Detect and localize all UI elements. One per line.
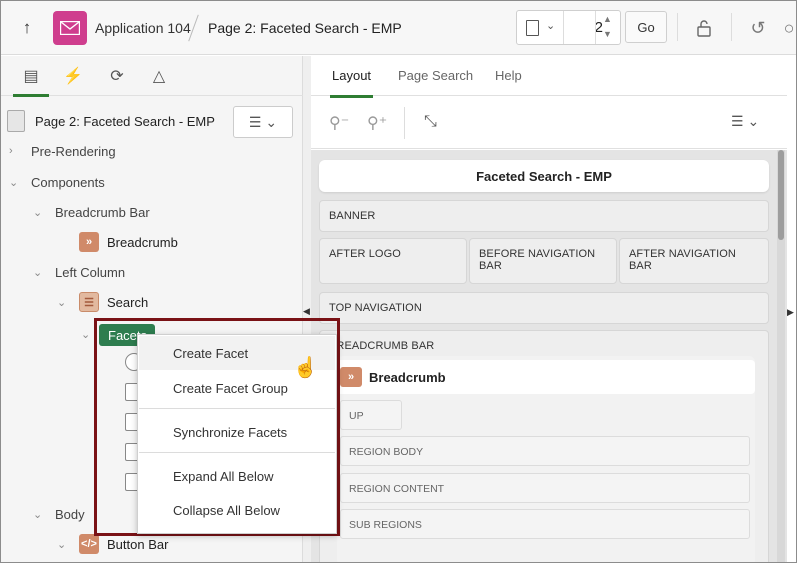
- left-pane-tabs: ▤ ⚡ ⟳ △: [1, 56, 303, 97]
- shared-components-tab-icon[interactable]: △: [147, 64, 171, 88]
- chevron-down-icon[interactable]: ⌄: [33, 266, 47, 279]
- right-pane-tabs: Layout Page Search Help: [311, 56, 787, 98]
- tree-node-body[interactable]: ⌄ Body: [33, 502, 85, 526]
- chevron-down-icon[interactable]: ⌄: [57, 296, 71, 309]
- layout-pane: Layout Page Search Help ⚲⁻ ⚲⁺ ⤡ ☰ ⌄ Face…: [311, 56, 787, 562]
- position-banner[interactable]: BANNER: [319, 200, 769, 232]
- expand-icon[interactable]: ⤡: [424, 113, 437, 131]
- position-after-logo[interactable]: AFTER LOGO: [319, 238, 467, 284]
- redo-icon[interactable]: ○: [781, 15, 797, 41]
- undo-icon[interactable]: ↺: [745, 15, 771, 41]
- position-up[interactable]: UP: [340, 400, 402, 430]
- scrollbar-thumb[interactable]: [778, 150, 784, 240]
- tree-page-title[interactable]: Page 2: Faceted Search - EMP: [35, 114, 215, 129]
- application-icon[interactable]: [53, 11, 87, 45]
- tab-page-search[interactable]: Page Search: [398, 68, 473, 83]
- position-after-navigation-bar[interactable]: AFTER NAVIGATION BAR: [619, 238, 769, 284]
- tree-node-components[interactable]: ⌄ Components: [9, 170, 105, 194]
- tab-help[interactable]: Help: [495, 68, 522, 83]
- tree-node-breadcrumb[interactable]: » Breadcrumb: [79, 230, 178, 254]
- chevron-down-icon[interactable]: ⌄: [57, 538, 71, 551]
- breadcrumb-region-icon: »: [340, 367, 362, 387]
- tab-layout[interactable]: Layout: [329, 68, 374, 98]
- layout-menu-icon[interactable]: ☰ ⌄: [731, 113, 759, 130]
- page-document-icon: [526, 20, 539, 36]
- position-region-body[interactable]: REGION BODY: [340, 436, 750, 466]
- position-sub-regions[interactable]: SUB REGIONS: [340, 509, 750, 539]
- lock-icon[interactable]: [691, 15, 717, 41]
- go-button[interactable]: Go: [625, 11, 667, 43]
- menu-item-synchronize-facets[interactable]: Synchronize Facets: [139, 415, 335, 449]
- chevron-down-icon[interactable]: ⌄: [81, 328, 95, 341]
- position-region-content[interactable]: REGION CONTENT: [340, 473, 750, 503]
- app-header: ↑ Application 104 Page 2: Faceted Search…: [1, 1, 796, 55]
- breadcrumb-region-header: » Breadcrumb: [337, 360, 755, 394]
- chevron-right-icon[interactable]: ›: [9, 145, 23, 157]
- position-top-navigation[interactable]: TOP NAVIGATION: [319, 292, 769, 324]
- processing-tab-icon[interactable]: ⟳: [105, 64, 129, 88]
- zoom-out-icon[interactable]: ⚲⁻: [329, 113, 349, 133]
- stepper-up-icon[interactable]: ▲: [603, 14, 612, 24]
- menu-item-collapse-all-below[interactable]: Collapse All Below: [139, 493, 335, 527]
- dynamic-actions-tab-icon[interactable]: ⚡: [61, 64, 85, 88]
- tree-menu-button[interactable]: ☰ ⌄: [233, 106, 293, 138]
- tree-node-breadcrumb-bar[interactable]: ⌄ Breadcrumb Bar: [33, 200, 150, 224]
- breadcrumb-region[interactable]: » Breadcrumb UP REGION BODY REGION CONTE…: [337, 356, 755, 562]
- canvas-scrollbar[interactable]: [777, 150, 785, 562]
- tree-node-left-column[interactable]: ⌄ Left Column: [33, 260, 125, 284]
- code-region-icon: </>: [79, 534, 99, 554]
- hand-cursor-icon: ☝: [293, 357, 318, 379]
- page-title: Page 2: Faceted Search - EMP: [208, 20, 402, 36]
- chevron-down-icon[interactable]: ⌄: [9, 176, 23, 189]
- search-region-icon: ☰: [79, 292, 99, 312]
- stepper-down-icon[interactable]: ▼: [603, 29, 612, 39]
- zoom-in-icon[interactable]: ⚲⁺: [367, 113, 387, 133]
- breadcrumb-region-icon: »: [79, 232, 99, 252]
- tree-header: Page 2: Faceted Search - EMP ☰ ⌄: [1, 104, 303, 138]
- up-arrow-icon[interactable]: ↑: [13, 15, 41, 41]
- chevron-down-icon[interactable]: ⌄: [33, 508, 47, 521]
- collapse-left-icon[interactable]: ◀: [303, 306, 310, 317]
- chevron-down-icon[interactable]: ⌄: [33, 206, 47, 219]
- tree-node-search[interactable]: ⌄ ☰ Search: [57, 290, 148, 314]
- rendering-tab-icon[interactable]: ▤: [13, 64, 49, 97]
- page-icon: [7, 110, 25, 132]
- menu-item-expand-all-below[interactable]: Expand All Below: [139, 459, 335, 493]
- layout-canvas: Faceted Search - EMP BANNER AFTER LOGO B…: [311, 150, 787, 562]
- chevron-down-icon[interactable]: ⌄: [546, 19, 555, 32]
- tree-node-pre-rendering[interactable]: › Pre-Rendering: [9, 139, 116, 163]
- layout-toolbar: ⚲⁻ ⚲⁺ ⤡ ☰ ⌄: [311, 97, 787, 149]
- page-selector[interactable]: ⌄ 2 ▲ ▼: [516, 10, 621, 45]
- application-link[interactable]: Application 104: [95, 20, 191, 36]
- layout-page-title: Faceted Search - EMP: [319, 160, 769, 192]
- position-before-navigation-bar[interactable]: BEFORE NAVIGATION BAR: [469, 238, 617, 284]
- page-stepper[interactable]: ▲ ▼: [595, 11, 621, 44]
- collapse-right-icon[interactable]: ▶: [787, 307, 794, 318]
